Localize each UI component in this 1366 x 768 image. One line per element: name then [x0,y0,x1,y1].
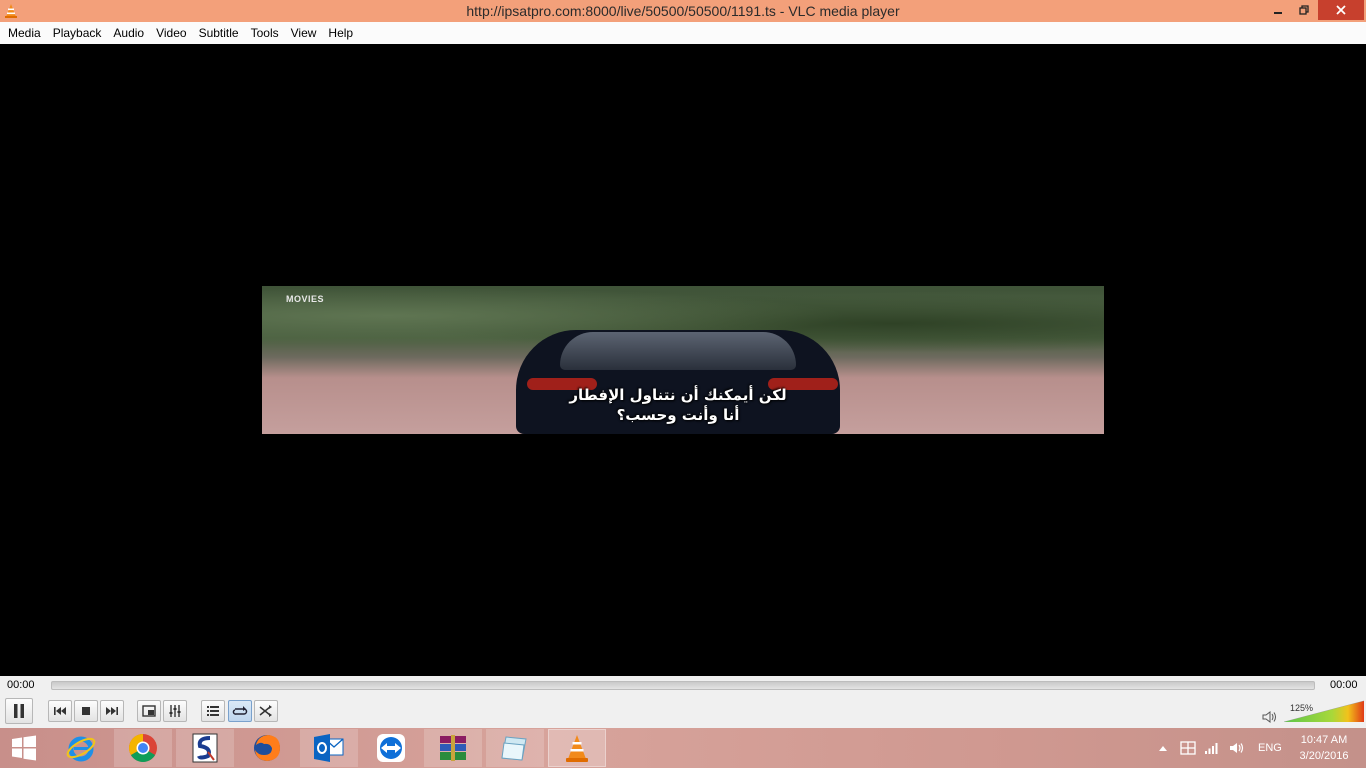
total-time[interactable]: 00:00 [1330,679,1358,691]
action-center-icon[interactable] [1180,741,1196,755]
previous-button[interactable] [48,700,72,722]
close-icon [1336,5,1346,15]
speaker-icon[interactable] [1262,710,1278,724]
taskbar-vlc[interactable] [548,729,606,767]
video-car-window [560,332,796,370]
elapsed-time[interactable]: 00:00 [7,679,35,691]
menu-subtitle[interactable]: Subtitle [193,23,245,43]
subtitle-line-2: أنا وأنت وحسب؟ [616,406,740,424]
video-output[interactable]: MOVIES لكن أيمكنك أن نتناول الإفطار أنا … [0,44,1366,676]
window-title: http://ipsatpro.com:8000/live/50500/5050… [466,3,900,19]
vlc-icon [566,735,588,762]
menu-video[interactable]: Video [150,23,192,43]
stop-button[interactable] [74,700,98,722]
playlist-button[interactable] [201,700,225,722]
clock-time[interactable]: 10:47 AM [1298,734,1350,746]
extended-settings-button[interactable] [163,700,187,722]
taskbar-outlook[interactable] [300,729,358,767]
taskbar-sync-app[interactable] [176,729,234,767]
minimize-icon [1274,12,1282,14]
internet-explorer-icon [66,736,96,762]
menu-playback[interactable]: Playback [47,23,108,43]
volume-percent: 125% [1290,703,1314,713]
next-button[interactable] [100,700,124,722]
winrar-icon [440,735,466,761]
taskbar-notes[interactable] [486,729,544,767]
previous-icon [54,707,66,715]
playback-controls: 125% [0,696,1366,728]
taskbar-firefox[interactable] [238,729,296,767]
teamviewer-icon [377,734,405,762]
menu-tools[interactable]: Tools [245,23,285,43]
menu-audio[interactable]: Audio [107,23,150,43]
menu-help[interactable]: Help [322,23,359,43]
close-button[interactable] [1318,0,1364,20]
next-icon [106,707,118,715]
fullscreen-icon [142,705,156,717]
notes-icon [501,736,527,761]
windows-taskbar: ENG 10:47 AM 3/20/2016 [0,728,1366,768]
show-hidden-icons-icon[interactable] [1158,744,1168,752]
playlist-icon [207,706,219,716]
chrome-icon [129,734,157,762]
random-icon [259,705,272,717]
loop-button[interactable] [228,700,252,722]
extended-settings-icon [169,705,181,717]
windows-logo-icon [12,735,36,761]
pause-button[interactable] [5,698,33,724]
subtitle-line-1: لكن أيمكنك أن نتناول الإفطار [569,386,787,404]
channel-logo: MOVIES [286,294,325,304]
start-button[interactable] [8,734,40,762]
firefox-icon [254,735,280,761]
seek-bar-row: 00:00 00:00 [0,676,1366,696]
outlook-icon [314,734,344,762]
pause-icon [14,704,24,718]
input-language-indicator[interactable]: ENG [1258,742,1282,754]
volume-tray-icon[interactable] [1229,741,1245,755]
seek-slider[interactable] [51,681,1315,690]
menu-bar: Media Playback Audio Video Subtitle Tool… [0,22,1366,44]
minimize-button[interactable] [1264,0,1292,20]
sync-app-icon [192,733,218,763]
menu-view[interactable]: View [285,23,323,43]
title-bar[interactable]: http://ipsatpro.com:8000/live/50500/5050… [0,0,1366,22]
menu-media[interactable]: Media [2,23,47,43]
restore-icon [1299,5,1309,15]
network-signal-icon[interactable] [1204,741,1220,755]
video-frame: MOVIES لكن أيمكنك أن نتناول الإفطار أنا … [262,286,1104,434]
taskbar-winrar[interactable] [424,729,482,767]
stop-icon [82,707,90,715]
random-button[interactable] [254,700,278,722]
fullscreen-button[interactable] [137,700,161,722]
vlc-window: http://ipsatpro.com:8000/live/50500/5050… [0,0,1366,728]
taskbar-teamviewer[interactable] [362,729,420,767]
taskbar-internet-explorer[interactable] [52,729,110,767]
restore-button[interactable] [1290,0,1318,20]
taskbar-chrome[interactable] [114,729,172,767]
loop-icon [232,706,248,715]
clock-date[interactable]: 3/20/2016 [1294,750,1354,762]
